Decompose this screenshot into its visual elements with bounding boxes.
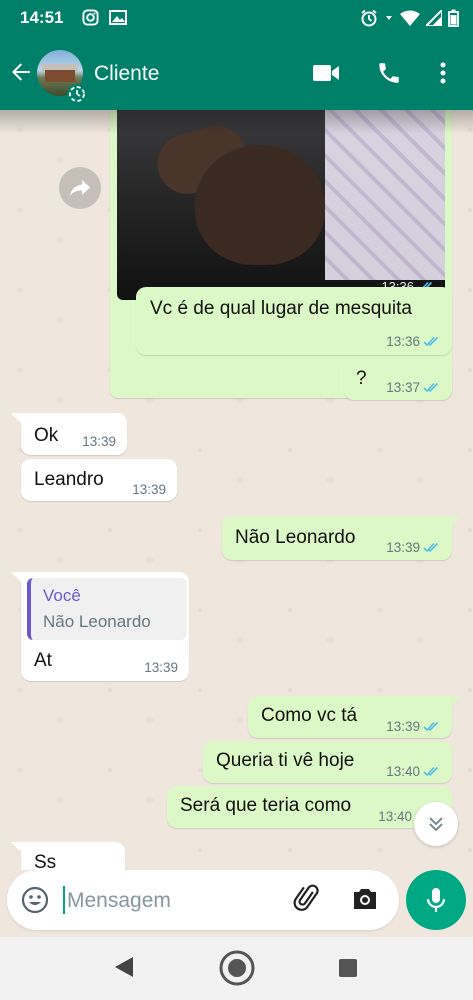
avatar-house	[45, 70, 75, 82]
message-time: 13:37	[386, 380, 420, 395]
outgoing-message[interactable]: ? 13:37	[344, 359, 452, 400]
quoted-author: Você	[43, 586, 81, 605]
nav-back-icon[interactable]	[113, 955, 135, 979]
incoming-message[interactable]: Ok 13:39	[21, 413, 127, 455]
outgoing-message[interactable]: Não Leonardo 13:39	[222, 516, 452, 560]
wifi-icon	[400, 10, 420, 26]
message-time: 13:39	[132, 482, 166, 497]
message-time: 13:39	[144, 660, 178, 675]
read-receipt-icon	[423, 382, 439, 393]
voice-message-button[interactable]	[406, 870, 466, 930]
outgoing-message[interactable]: Como vc tá 13:39	[248, 696, 452, 738]
video-call-icon[interactable]	[312, 63, 340, 83]
outgoing-message[interactable]: Será que teria como 13:40	[167, 786, 452, 828]
photo-pillow	[325, 110, 445, 280]
top-shadow	[0, 110, 473, 134]
nav-home-icon[interactable]	[218, 949, 256, 987]
signal-icon	[426, 10, 442, 26]
photo[interactable]: 13:36	[117, 110, 445, 300]
chat-header: Cliente	[0, 36, 473, 110]
system-navigation-bar	[0, 937, 473, 1000]
battery-icon	[448, 9, 459, 27]
outgoing-message[interactable]: Vc é de qual lugar de mesquita 13:36	[136, 287, 452, 355]
quoted-message[interactable]: Você Não Leonardo	[27, 578, 187, 640]
incoming-reply-message[interactable]: Você Não Leonardo At 13:39	[21, 572, 189, 681]
camera-icon[interactable]	[351, 886, 379, 912]
message-text: Ss	[34, 852, 57, 870]
read-receipt-icon	[423, 336, 439, 347]
message-time: 13:40	[386, 764, 420, 779]
outgoing-message[interactable]: Queria ti vê hoje 13:40	[203, 741, 452, 783]
photo-face	[195, 145, 325, 265]
back-arrow-icon[interactable]	[9, 60, 33, 84]
double-chevron-down-icon	[429, 817, 443, 832]
message-time: 13:39	[386, 719, 420, 734]
message-meta: 13:39	[144, 660, 178, 675]
message-composer	[7, 870, 399, 930]
voice-call-icon[interactable]	[376, 60, 402, 86]
read-receipt-icon	[423, 766, 439, 777]
message-meta: 13:39	[132, 482, 166, 497]
emoji-icon[interactable]	[21, 886, 49, 914]
scroll-to-bottom-button[interactable]	[414, 802, 458, 846]
quoted-text: Não Leonardo	[43, 612, 151, 631]
message-text: Ok	[34, 425, 59, 446]
alarm-icon	[361, 9, 377, 27]
message-text: Não Leonardo	[235, 527, 356, 548]
message-time: 13:36	[386, 334, 420, 349]
nav-recents-icon[interactable]	[338, 958, 358, 978]
message-text: At	[34, 650, 52, 671]
message-meta: 13:39	[386, 719, 441, 734]
instagram-icon	[82, 9, 99, 26]
forward-button[interactable]	[59, 167, 101, 209]
message-text: Queria ti vê hoje	[216, 750, 355, 771]
message-time: 13:39	[386, 540, 420, 555]
microphone-icon	[426, 888, 446, 912]
message-text: ?	[356, 368, 367, 389]
message-meta: 13:37	[386, 380, 441, 395]
read-receipt-icon	[423, 721, 439, 732]
gallery-icon	[109, 10, 127, 25]
message-time: 13:40	[378, 809, 412, 824]
attach-icon[interactable]	[293, 884, 323, 914]
message-text: Vc é de qual lugar de mesquita	[150, 298, 412, 319]
message-meta: 13:40	[378, 809, 412, 824]
status-ring	[67, 84, 87, 104]
status-icon	[69, 86, 85, 102]
message-meta: 13:39	[386, 540, 441, 555]
message-time: 13:39	[82, 434, 116, 449]
message-meta: 13:36	[386, 334, 441, 349]
message-text: Leandro	[34, 469, 104, 490]
message-meta: 13:39	[82, 434, 116, 449]
forward-icon	[70, 180, 90, 196]
vibrate-icon	[386, 16, 392, 20]
incoming-message[interactable]: Ss	[21, 842, 125, 870]
message-input[interactable]	[65, 882, 269, 920]
more-options-icon[interactable]	[436, 60, 450, 86]
chat-area[interactable]: 13:36 Vc é de qual lugar de mesquita 13:…	[0, 110, 473, 870]
contact-name[interactable]: Cliente	[94, 62, 159, 86]
message-meta: 13:40	[386, 764, 441, 779]
message-text: Será que teria como	[180, 795, 352, 816]
incoming-message[interactable]: Leandro 13:39	[21, 459, 177, 501]
status-bar: 14:51	[0, 0, 473, 36]
read-receipt-icon	[423, 542, 439, 553]
message-text: Como vc tá	[261, 705, 358, 726]
status-time: 14:51	[20, 8, 64, 27]
